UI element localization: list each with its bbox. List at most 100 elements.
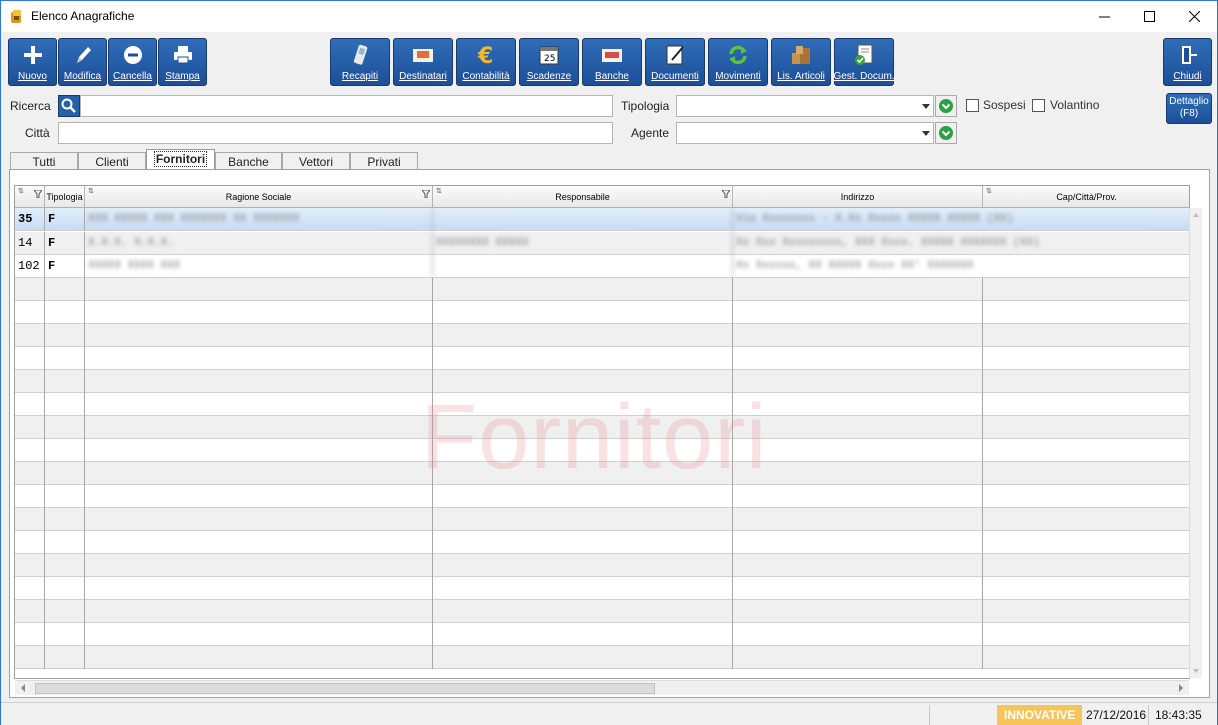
sospesi-checkbox[interactable] xyxy=(966,99,979,112)
maximize-button[interactable] xyxy=(1126,1,1172,32)
svg-text:€: € xyxy=(477,44,493,67)
header-responsabile[interactable]: ⇅ Responsabile xyxy=(433,186,733,208)
cancella-button[interactable]: Cancella xyxy=(108,38,157,86)
sort-icon: ⇅ xyxy=(18,188,24,195)
scrollbar-thumb[interactable] xyxy=(35,683,655,694)
empty-row xyxy=(15,600,1189,623)
phone-icon xyxy=(353,44,368,65)
header-ragione-sociale[interactable]: ⇅ Ragione Sociale xyxy=(85,186,433,208)
empty-row xyxy=(15,554,1189,577)
horizontal-scrollbar[interactable] xyxy=(15,680,1189,695)
citta-input[interactable] xyxy=(58,122,613,144)
calendar-icon: 25 xyxy=(539,46,559,65)
empty-row xyxy=(15,485,1189,508)
recapiti-button[interactable]: Recapiti xyxy=(330,38,390,86)
tab-privati[interactable]: Privati xyxy=(350,152,418,170)
cell-indirizzo: Xx Xxx Xxxxxxxxx, XXX Xxxx. XXXXX XXXXXX… xyxy=(736,237,1040,249)
tab-clienti[interactable]: Clienti xyxy=(78,152,146,170)
empty-row xyxy=(15,577,1189,600)
minimize-button[interactable] xyxy=(1081,1,1127,32)
vertical-scrollbar[interactable] xyxy=(1189,208,1202,678)
ricerca-input[interactable] xyxy=(80,95,613,117)
volantino-label: Volantino xyxy=(1050,98,1100,112)
chiudi-button[interactable]: Chiudi xyxy=(1163,38,1212,86)
banche-button[interactable]: Banche xyxy=(582,38,642,86)
close-window-button[interactable] xyxy=(1171,1,1217,32)
refresh-icon xyxy=(729,45,747,65)
document-check-icon xyxy=(855,44,873,65)
volantino-checkbox[interactable] xyxy=(1032,99,1045,112)
movimenti-button[interactable]: Movimenti xyxy=(708,38,768,86)
agente-select[interactable] xyxy=(676,122,934,144)
printer-icon xyxy=(173,46,192,64)
data-grid[interactable]: ⇅ Tipologia ⇅ Ragione Sociale ⇅ Responsa… xyxy=(14,185,1190,679)
empty-row xyxy=(15,531,1189,554)
chevron-down-icon xyxy=(922,104,930,109)
empty-row xyxy=(15,462,1189,485)
empty-row xyxy=(15,416,1189,439)
cell-id: 102 xyxy=(15,255,45,278)
cell-id: 14 xyxy=(15,232,45,255)
stampa-button[interactable]: Stampa xyxy=(158,38,207,86)
scadenze-button[interactable]: 25 Scadenze xyxy=(519,38,579,86)
search-button[interactable] xyxy=(58,95,80,117)
cell-tipo: F xyxy=(45,255,85,278)
tipologia-select[interactable] xyxy=(676,95,934,117)
document-edit-icon xyxy=(666,45,684,65)
lis-articoli-button[interactable]: Lis. Articoli xyxy=(771,38,831,86)
window-title: Elenco Anagrafiche xyxy=(31,9,135,23)
grid-header: ⇅ Tipologia ⇅ Ragione Sociale ⇅ Responsa… xyxy=(15,186,1189,208)
gest-docum-button[interactable]: Gest. Docum. xyxy=(833,38,895,86)
table-row[interactable]: 14 F X.X.X. X.X.X. XXXXXXXX XXXXX Xx Xxx… xyxy=(15,232,1189,255)
tab-vettori[interactable]: Vettori xyxy=(282,152,350,170)
empty-row xyxy=(15,278,1189,301)
status-brand: INNOVATIVE xyxy=(997,705,1082,725)
modifica-button[interactable]: Modifica xyxy=(58,38,107,86)
table-row[interactable]: 35 F XXX XXXXX XXX XXXXXXX XX XXXXXXX Vi… xyxy=(15,208,1189,231)
header-cap-citta-prov[interactable]: ⇅ Cap/Città/Prov. xyxy=(983,186,1189,208)
title-bar: Elenco Anagrafiche xyxy=(1,1,1217,32)
exit-door-icon xyxy=(1181,46,1197,64)
envelope-icon xyxy=(413,49,433,62)
cell-tipo: F xyxy=(45,232,85,255)
app-window: Elenco Anagrafiche Nuovo Modifica Cancel… xyxy=(0,0,1218,725)
header-tipologia[interactable]: Tipologia xyxy=(45,186,85,208)
documenti-button[interactable]: Documenti xyxy=(645,38,705,86)
search-icon xyxy=(61,98,76,113)
cell-ragione: X.X.X. X.X.X. xyxy=(85,232,433,255)
table-row[interactable]: 102 F XXXXX XXXX XXX Xx Xxxxxx, XX XXXXX… xyxy=(15,255,1189,278)
citta-label: Città xyxy=(25,126,50,140)
cell-ragione: XXX XXXXX XXX XXXXXXX XX XXXXXXX xyxy=(85,208,433,231)
nuovo-button[interactable]: Nuovo xyxy=(8,38,57,86)
destinatari-button[interactable]: Destinatari xyxy=(393,38,453,86)
tab-tutti[interactable]: Tutti xyxy=(10,152,78,170)
header-id[interactable]: ⇅ xyxy=(15,186,45,208)
scroll-down-icon xyxy=(1193,669,1199,673)
contabilita-button[interactable]: € Contabilità xyxy=(456,38,516,86)
status-time: 18:43:35 xyxy=(1148,705,1208,725)
status-date: 27/12/2016 xyxy=(1079,705,1152,725)
tipologia-go-button[interactable] xyxy=(935,95,957,117)
tab-fornitori[interactable]: Fornitori xyxy=(146,149,215,171)
cell-responsabile xyxy=(433,255,733,278)
plus-icon xyxy=(23,46,42,64)
tipologia-label: Tipologia xyxy=(621,99,670,113)
minus-circle-icon xyxy=(123,46,142,64)
green-down-icon xyxy=(939,126,953,140)
sort-icon: ⇅ xyxy=(986,188,992,195)
euro-icon: € xyxy=(477,44,493,67)
agente-go-button[interactable] xyxy=(935,122,957,144)
header-indirizzo[interactable]: Indirizzo xyxy=(733,186,983,208)
cell-responsabile xyxy=(433,208,733,231)
pencil-icon xyxy=(76,47,91,63)
empty-row xyxy=(15,347,1189,370)
empty-row xyxy=(15,301,1189,324)
status-bar: INNOVATIVE 27/12/2016 18:43:35 xyxy=(1,702,1217,725)
filter-icon xyxy=(422,190,430,198)
tab-banche[interactable]: Banche xyxy=(215,152,282,170)
dettaglio-button[interactable]: Dettaglio (F8) xyxy=(1166,93,1212,124)
chevron-down-icon xyxy=(922,131,930,136)
scroll-up-icon xyxy=(1193,213,1199,217)
cell-responsabile: XXXXXXXX XXXXX xyxy=(433,232,733,255)
boxes-icon xyxy=(792,46,810,64)
